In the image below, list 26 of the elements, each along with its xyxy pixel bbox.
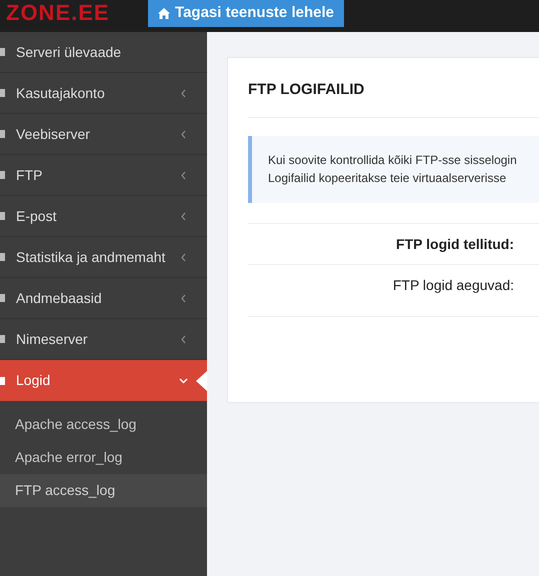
field-label: FTP logid aeguvad: (392, 276, 514, 295)
panel-title: FTP LOGIFAILID (248, 80, 366, 100)
pointer-icon (196, 371, 207, 391)
menu-icon (0, 376, 5, 386)
chevron-left-icon (181, 88, 186, 98)
menu-icon (0, 88, 5, 98)
menu-icon (0, 293, 5, 303)
chevron-left-icon (181, 252, 186, 262)
home-icon (158, 8, 170, 19)
chevron-left-icon (181, 294, 186, 302)
submenu-item[interactable]: FTP access_log (0, 474, 207, 507)
menu-icon (0, 211, 5, 221)
info-text: Kui soovite kontrollida kõiki FTP-sse sisselogin (268, 152, 518, 169)
field-label: FTP logid tellitud: (396, 234, 514, 254)
menu-icon (0, 170, 5, 180)
menu-icon (0, 129, 5, 139)
chevron-left-icon (181, 130, 186, 138)
menu-icon (0, 252, 5, 262)
chevron-down-icon (179, 378, 188, 384)
chevron-left-icon (181, 334, 186, 344)
sidebar-item[interactable]: Logid (0, 360, 207, 401)
menu-icon (0, 47, 5, 57)
chevron-left-icon (181, 170, 186, 180)
chevron-left-icon (181, 212, 186, 220)
info-text: Logifailid kopeeritakse teie virtuaalserverisse (268, 170, 508, 187)
menu-icon (0, 334, 5, 344)
